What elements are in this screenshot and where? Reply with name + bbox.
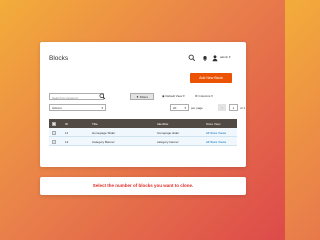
search-input[interactable]: Search by keyword (49, 93, 104, 100)
table-row[interactable]: ✓ 11 Homepage Slider homepage slider All… (49, 128, 237, 137)
column-header-title[interactable]: Title (92, 122, 98, 126)
row-store-view: All Store Views (206, 131, 227, 135)
row-checkbox[interactable]: ✓ (52, 139, 56, 144)
grid-search-icon[interactable] (99, 93, 106, 100)
chevron-down-icon: ▾ (184, 106, 186, 110)
instruction-banner: Select the number of blocks you want to … (40, 177, 246, 195)
per-page-select[interactable]: 20 ▾ (170, 104, 189, 111)
column-header-store-view[interactable]: Store View (206, 122, 220, 126)
per-page-label: per page (191, 106, 203, 110)
prev-page-button[interactable]: ‹ (218, 104, 226, 111)
column-header-id[interactable]: ID (65, 122, 68, 126)
row-id: 11 (65, 131, 69, 135)
current-page-input[interactable]: 1 (229, 104, 238, 111)
default-view-label: Default View ▾ (165, 94, 185, 98)
chevron-down-icon: ▾ (101, 106, 103, 110)
admin-menu[interactable]: admin ▾ (220, 55, 231, 59)
search-icon[interactable] (188, 54, 196, 62)
page-count: of 1 (240, 105, 246, 110)
column-header-identifier[interactable]: Identifier (157, 122, 169, 126)
per-page-value: 20 (173, 106, 177, 110)
columns-dropdown[interactable]: ⚙ Columns ▾ (195, 94, 213, 98)
actions-select[interactable]: Actions ▾ (49, 104, 106, 111)
table-row[interactable]: ✓ 12 Category Banner category banner All… (49, 137, 237, 146)
columns-label: Columns ▾ (198, 94, 213, 98)
row-title: Homepage Slider (92, 131, 116, 135)
row-title: Category Banner (92, 140, 115, 144)
default-view-dropdown[interactable]: ◉ Default View ▾ (162, 94, 185, 98)
blocks-grid: ✓ ID Title Identifier Store View ✓ 11 Ho… (49, 119, 237, 146)
table-header: ✓ ID Title Identifier Store View (49, 119, 237, 128)
row-store-view: All Store Views (206, 140, 227, 144)
bell-icon[interactable] (201, 54, 209, 62)
actions-label: Actions (52, 106, 62, 110)
admin-panel: Blocks admin ▾ Add New Block Search by k… (40, 42, 246, 167)
row-identifier: category banner (157, 140, 179, 144)
page-title: Blocks (49, 55, 69, 62)
row-checkbox[interactable]: ✓ (52, 130, 56, 135)
gear-icon: ⚙ (195, 94, 198, 98)
row-identifier: homepage slider (157, 131, 180, 135)
page-header: Blocks admin ▾ (40, 42, 246, 72)
add-new-block-button[interactable]: Add New Block (190, 73, 232, 83)
search-placeholder: Search by keyword (52, 95, 78, 100)
select-all-checkbox[interactable]: ✓ (52, 121, 56, 126)
row-id: 12 (65, 140, 69, 144)
user-icon[interactable] (211, 54, 219, 62)
filters-button[interactable]: ▼ Filters (130, 93, 154, 100)
